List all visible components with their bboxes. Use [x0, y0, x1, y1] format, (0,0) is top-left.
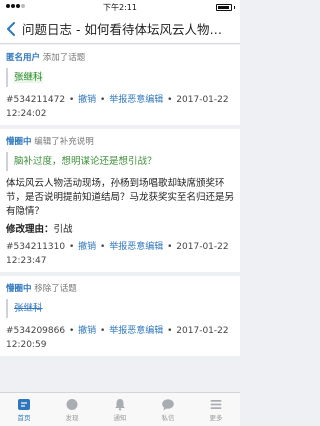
- home-icon: [18, 398, 30, 410]
- question-description: 体坛风云人物活动现场，孙杨到场唱歌却缺席颁奖环节，是否说明提前知道结局？马龙获奖…: [6, 178, 235, 217]
- user-link[interactable]: 懵圈中: [6, 137, 32, 147]
- log-meta: #534209866 • 撤销 • 举报恶意编辑 • 2017-01-22 12…: [6, 326, 229, 350]
- user-link[interactable]: 匿名用户: [6, 53, 40, 63]
- log-date: 2017-01-22: [176, 326, 229, 336]
- log-time: 12:24:02: [6, 109, 47, 119]
- log-list: 匿名用户 添加了话题 张继科 #534211472 • 撤销 • 举报恶意编辑 …: [0, 45, 240, 392]
- undo-link[interactable]: 撤销: [78, 95, 96, 105]
- tab-more[interactable]: 更多: [192, 393, 240, 426]
- log-entry: 懵圈中 编辑了补充说明 脑补过度，想明谋论还是想引战？ 体坛风云人物活动现场，孙…: [0, 129, 240, 272]
- report-link[interactable]: 举报恶意编辑: [109, 95, 163, 105]
- tab-messages[interactable]: 私信: [144, 393, 192, 426]
- edit-reason: 修改理由：引战: [6, 224, 73, 235]
- log-date: 2017-01-22: [176, 242, 229, 252]
- signal-icon: [5, 2, 35, 13]
- tab-bar: 首页 发现 通知 私信 更多: [0, 392, 240, 426]
- nav-bar: 问题日志 - 如何看待体坛风云人物活动...: [0, 14, 240, 44]
- action-text: 移除了话题: [34, 284, 77, 294]
- tab-label: 私信: [161, 413, 175, 422]
- added-topic[interactable]: 张继科: [14, 72, 43, 83]
- log-id: #534211472: [6, 95, 66, 105]
- undo-link[interactable]: 撤销: [78, 242, 96, 252]
- report-link[interactable]: 举报恶意编辑: [109, 242, 163, 252]
- status-time: 下午2:11: [103, 2, 137, 12]
- log-meta: #534211472 • 撤销 • 举报恶意编辑 • 2017-01-22 12…: [6, 95, 229, 119]
- tab-label: 首页: [17, 413, 31, 422]
- log-meta: #534211310 • 撤销 • 举报恶意编辑 • 2017-01-22 12…: [6, 242, 229, 266]
- page-title: 问题日志 - 如何看待体坛风云人物活动...: [22, 22, 234, 37]
- user-link[interactable]: 懵圈中: [6, 284, 32, 294]
- topic-quote: 张继科: [6, 299, 234, 318]
- back-chevron-icon[interactable]: [0, 14, 22, 44]
- topic-quote: 张继科: [6, 68, 234, 87]
- edit-quote: 脑补过度，想明谋论还是想引战？: [6, 152, 234, 171]
- compass-icon: [66, 398, 78, 410]
- log-time: 12:23:47: [6, 256, 47, 266]
- log-entry: 懵圈中 移除了话题 张继科 #534209866 • 撤销 • 举报恶意编辑 •…: [0, 276, 240, 356]
- chat-icon: [162, 398, 174, 410]
- bell-icon: [115, 398, 125, 410]
- undo-link[interactable]: 撤销: [78, 326, 96, 336]
- menu-icon: [210, 399, 222, 409]
- tab-notifications[interactable]: 通知: [96, 393, 144, 426]
- tab-discover[interactable]: 发现: [48, 393, 96, 426]
- log-time: 12:20:59: [6, 340, 47, 350]
- reason-label: 修改理由: [6, 224, 45, 235]
- battery-icon: [216, 3, 232, 11]
- removed-topic[interactable]: 张继科: [14, 303, 43, 314]
- log-id: #534209866: [6, 326, 66, 336]
- log-id: #534211310: [6, 242, 66, 252]
- tab-label: 更多: [209, 413, 223, 422]
- log-entry: 匿名用户 添加了话题 张继科 #534211472 • 撤销 • 举报恶意编辑 …: [0, 45, 240, 125]
- tab-home[interactable]: 首页: [0, 393, 48, 426]
- reason-value: 引战: [53, 224, 73, 235]
- log-date: 2017-01-22: [176, 95, 229, 105]
- report-link[interactable]: 举报恶意编辑: [109, 326, 163, 336]
- action-text: 添加了话题: [42, 53, 86, 63]
- tab-label: 通知: [113, 413, 127, 422]
- status-bar: 下午2:11: [0, 0, 240, 14]
- tab-label: 发现: [65, 413, 79, 422]
- action-text: 编辑了补充说明: [34, 137, 94, 147]
